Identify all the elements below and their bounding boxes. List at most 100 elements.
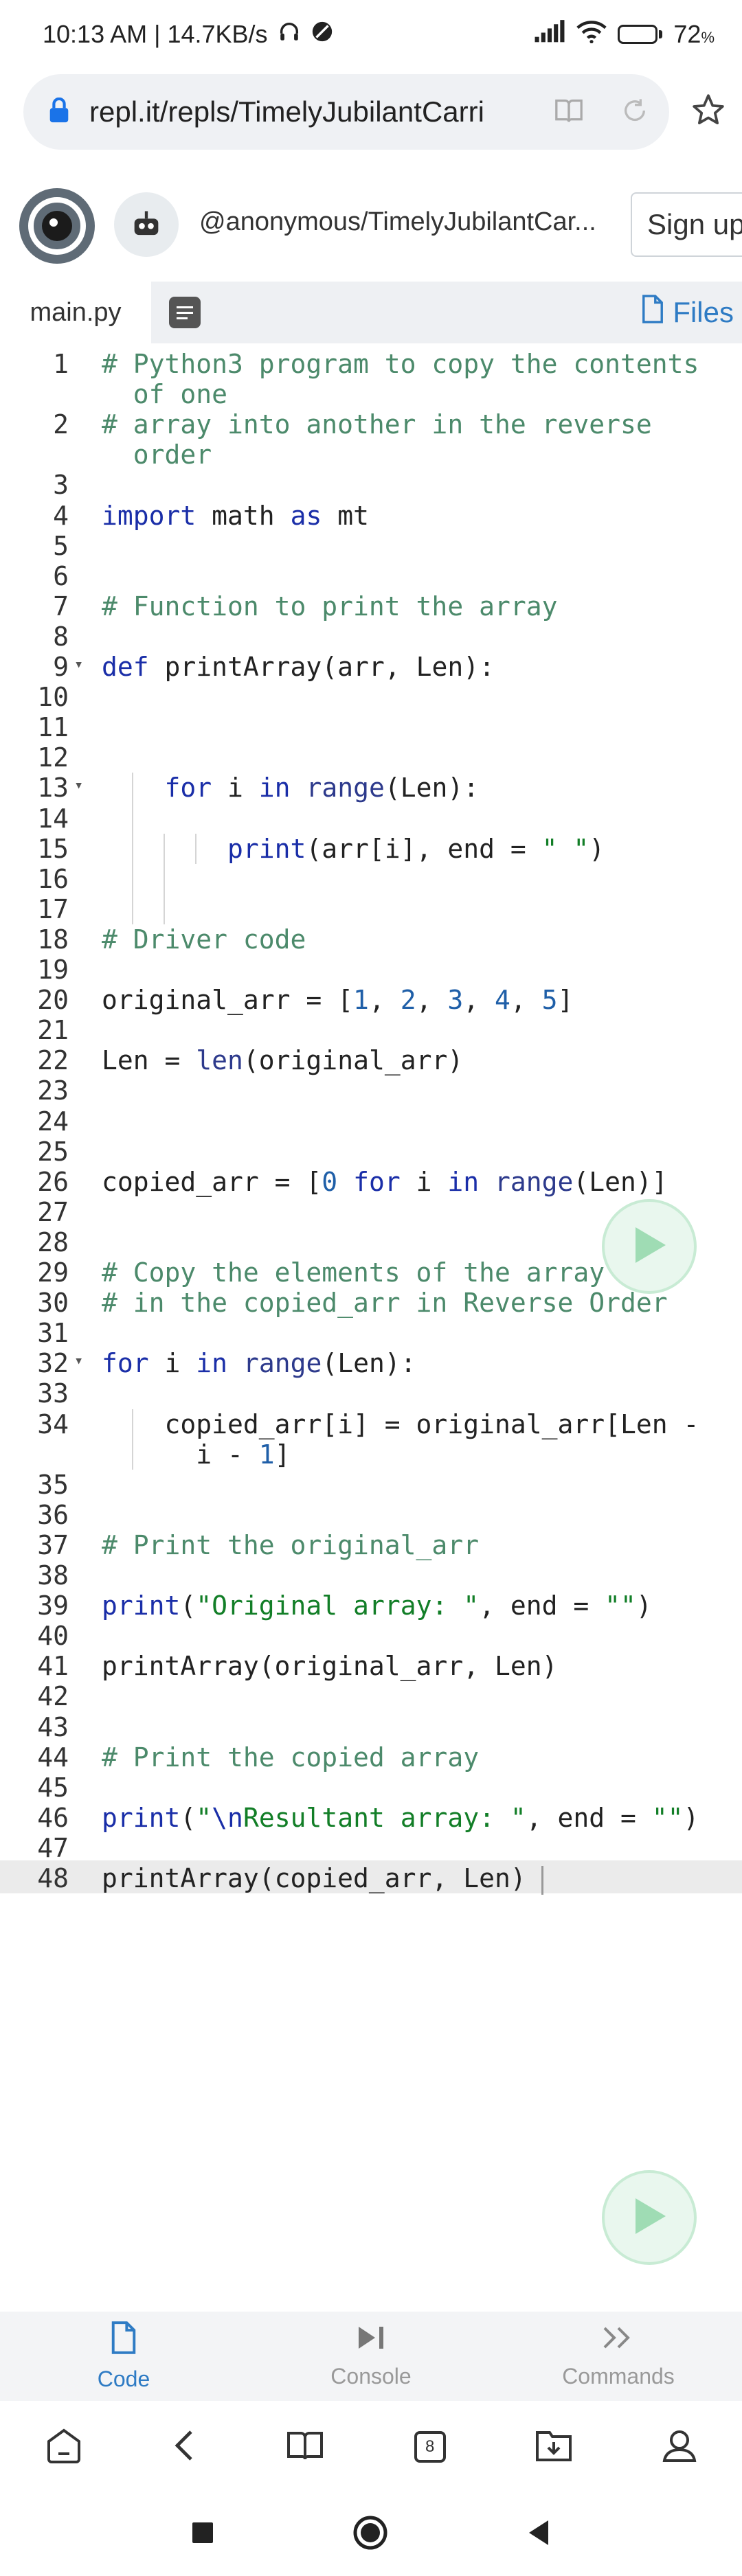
code-line[interactable]: 46 print("\nResultant array: ", end = "") (0, 1803, 742, 1833)
code-line[interactable]: 5 (0, 531, 742, 561)
code-line[interactable]: i - 1] (0, 1439, 742, 1470)
code-line[interactable]: 17 (0, 894, 742, 924)
nav-commands[interactable]: Commands (495, 2312, 742, 2401)
line-number: 20 (37, 985, 69, 1016)
code-text: # Print the original_arr (102, 1529, 480, 1560)
nav-code[interactable]: Code (0, 2312, 247, 2401)
back-icon[interactable] (172, 2428, 196, 2467)
code-line[interactable]: 45 (0, 1773, 742, 1803)
code-line[interactable]: 47 (0, 1833, 742, 1863)
code-line[interactable]: 44 # Print the copied array (0, 1742, 742, 1773)
reader-mode-icon[interactable] (554, 97, 584, 128)
wifi-icon (576, 20, 607, 49)
url-text[interactable]: repl.it/repls/TimelyJubilantCarri (89, 95, 502, 128)
profile-icon[interactable] (662, 2428, 697, 2467)
code-line[interactable]: 32 ▾ for i in range(Len): (0, 1348, 742, 1378)
code-line[interactable]: 6 (0, 561, 742, 591)
indent-guide (132, 1409, 133, 1470)
back-triangle-icon[interactable] (526, 2519, 551, 2550)
code-line[interactable]: 15 print(arr[i], end = " ") (0, 834, 742, 864)
document-icon[interactable] (169, 297, 201, 328)
code-line[interactable]: 4 import math as mt (0, 501, 742, 531)
recents-square-icon[interactable] (191, 2521, 214, 2548)
code-editor[interactable]: 1 # Python3 program to copy the contents … (0, 343, 742, 1895)
code-line[interactable]: 2 # array into another in the reverse (0, 409, 742, 440)
code-line[interactable]: 11 (0, 712, 742, 742)
tab-count-button[interactable]: 8 (414, 2431, 446, 2463)
code-line[interactable]: 39 print("Original array: ", end = "") (0, 1591, 742, 1621)
code-line[interactable]: 40 (0, 1621, 742, 1651)
home-icon[interactable] (45, 2428, 83, 2467)
code-text: # Driver code (102, 924, 306, 955)
bookmarks-icon[interactable] (285, 2429, 325, 2465)
code-line[interactable]: 8 (0, 622, 742, 652)
run-button[interactable] (602, 1199, 697, 1294)
code-line[interactable]: 10 (0, 682, 742, 712)
code-text: i - 1] (102, 1439, 291, 1470)
code-line[interactable]: 14 (0, 803, 742, 834)
play-icon (630, 2196, 668, 2240)
code-line[interactable]: 30 # in the copied_arr in Reverse Order (0, 1288, 742, 1318)
file-icon (641, 295, 664, 330)
code-line[interactable]: 1 # Python3 program to copy the contents (0, 349, 742, 379)
tab-main-py[interactable]: main.py (0, 282, 151, 343)
line-number: 7 (53, 591, 69, 622)
downloads-icon[interactable] (535, 2428, 573, 2466)
code-line[interactable]: 48 printArray(copied_arr, Len) (0, 1863, 742, 1895)
fold-chevron-icon[interactable]: ▾ (74, 777, 83, 794)
code-line[interactable]: of one (0, 379, 742, 409)
code-line[interactable]: 26 copied_arr = [0 for i in range(Len)] (0, 1167, 742, 1197)
code-line[interactable]: 43 (0, 1712, 742, 1742)
reload-icon[interactable] (621, 97, 649, 128)
fold-chevron-icon[interactable]: ▾ (74, 656, 83, 673)
code-line[interactable]: 31 (0, 1318, 742, 1348)
code-text: for i in range(Len): (164, 773, 480, 803)
code-line[interactable]: 12 (0, 742, 742, 773)
code-line[interactable]: 16 (0, 864, 742, 894)
avatar[interactable] (114, 192, 179, 257)
code-line[interactable]: 41 printArray(original_arr, Len) (0, 1651, 742, 1681)
code-line[interactable]: 7 # Function to print the array (0, 591, 742, 622)
code-text: for i in range(Len): (102, 1348, 416, 1379)
code-line[interactable]: 21 (0, 1015, 742, 1045)
code-line[interactable]: 37 # Print the original_arr (0, 1530, 742, 1560)
files-button[interactable]: Files (641, 282, 734, 343)
line-number: 32 (37, 1348, 69, 1379)
code-line[interactable]: 3 (0, 470, 742, 500)
code-text: def printArray(arr, Len): (102, 652, 495, 682)
indent-guide (164, 833, 165, 924)
line-number: 45 (37, 1772, 69, 1803)
line-number: 6 (53, 560, 69, 591)
fold-chevron-icon[interactable]: ▾ (74, 1352, 83, 1369)
code-line[interactable]: 9 ▾ def printArray(arr, Len): (0, 652, 742, 682)
lock-icon (48, 97, 70, 127)
nav-console[interactable]: Console (247, 2312, 495, 2401)
sign-up-button[interactable]: Sign up (631, 192, 742, 257)
indent-guide (195, 833, 196, 864)
line-number: 4 (53, 500, 69, 531)
code-line[interactable]: order (0, 440, 742, 470)
code-line[interactable]: 22 Len = len(original_arr) (0, 1045, 742, 1075)
replit-logo-icon[interactable] (19, 188, 95, 264)
code-line[interactable]: 19 (0, 955, 742, 985)
code-line[interactable]: 18 # Driver code (0, 924, 742, 955)
line-number: 27 (37, 1196, 69, 1227)
code-line[interactable]: 38 (0, 1560, 742, 1591)
code-line[interactable]: 35 (0, 1470, 742, 1500)
code-line[interactable]: 20 original_arr = [1, 2, 3, 4, 5] (0, 985, 742, 1015)
run-button-floating[interactable] (602, 2170, 697, 2265)
code-line[interactable]: 42 (0, 1681, 742, 1711)
code-line[interactable]: 25 (0, 1137, 742, 1167)
bookmark-star-icon[interactable] (691, 93, 726, 130)
code-line[interactable]: 23 (0, 1075, 742, 1106)
code-line[interactable]: 24 (0, 1106, 742, 1137)
code-line[interactable]: 13 ▾ for i in range(Len): (0, 773, 742, 803)
code-file-icon (110, 2321, 137, 2360)
signal-icon (534, 19, 565, 49)
code-line[interactable]: 33 (0, 1378, 742, 1409)
home-circle-icon[interactable] (352, 2514, 389, 2555)
code-line[interactable]: 34 copied_arr[i] = original_arr[Len - (0, 1409, 742, 1439)
repl-name[interactable]: @anonymous/TimelyJubilantCar... (199, 207, 611, 237)
code-line[interactable]: 36 (0, 1500, 742, 1530)
address-bar[interactable]: repl.it/repls/TimelyJubilantCarri (23, 74, 669, 150)
